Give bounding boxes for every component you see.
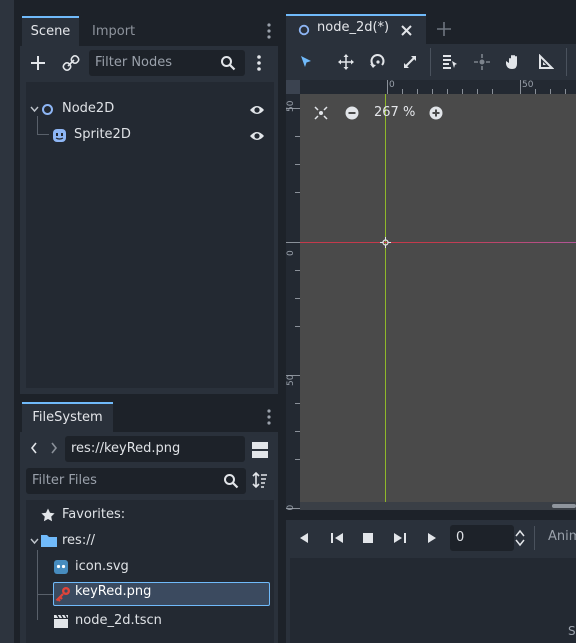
tab-filesystem[interactable]: FileSystem: [22, 402, 113, 432]
tree-item-sprite2d[interactable]: Sprite2D: [26, 124, 274, 148]
node2d-icon: [298, 24, 310, 36]
forward-arrow-icon[interactable]: [50, 442, 58, 454]
zoom-in-icon[interactable]: [429, 106, 443, 120]
step-forward-icon[interactable]: [393, 532, 407, 544]
scene-dock: Scene Import Filter Nodes Node2D Sprite2…: [20, 14, 278, 394]
pivot-tool-icon[interactable]: [474, 54, 490, 70]
ruler-top: 0 50: [286, 80, 576, 94]
tree-connector-h: [37, 594, 53, 595]
file-label-node-2d-tscn: node_2d.tscn: [75, 613, 162, 628]
ruler-tool-icon[interactable]: [538, 54, 554, 70]
rotate-tool-icon[interactable]: [370, 54, 386, 70]
scene-tab-label: node_2d(*): [317, 20, 390, 35]
favorites-label: Favorites:: [62, 507, 126, 522]
frame-spinbox[interactable]: 0: [450, 525, 514, 551]
ruler-left-label-50: 50: [286, 374, 296, 386]
key-image-icon: [55, 586, 71, 602]
add-tab-icon[interactable]: [437, 22, 451, 36]
filesystem-dock: FileSystem res://keyRed.png Filter Files…: [20, 402, 278, 643]
list-select-icon[interactable]: [442, 54, 458, 70]
collapse-arrow-icon[interactable]: [30, 537, 39, 546]
sort-icon[interactable]: [252, 472, 268, 488]
tab-scene[interactable]: Scene: [22, 16, 79, 46]
favorites-row[interactable]: Favorites:: [26, 502, 274, 528]
corner-text: S: [568, 624, 576, 638]
instance-link-icon[interactable]: [62, 54, 80, 72]
file-row-keyred-selected[interactable]: keyRed.png: [53, 582, 270, 606]
horizontal-scrollbar-thumb[interactable]: [552, 504, 576, 508]
panel-splitter[interactable]: [286, 510, 576, 520]
tab-node-2d[interactable]: node_2d(*): [286, 14, 426, 44]
center-view-icon[interactable]: [314, 106, 328, 120]
filter-nodes-placeholder: Filter Nodes: [95, 55, 173, 70]
pan-tool-icon[interactable]: [506, 54, 522, 70]
ruler-corner: [286, 80, 300, 94]
ruler-left-label-top: 50: [286, 100, 296, 112]
ruler-left-label-0: 0: [286, 250, 296, 256]
scene-dock-menu-icon[interactable]: [266, 22, 272, 40]
file-row-icon-svg[interactable]: icon.svg: [26, 554, 274, 580]
zoom-out-icon[interactable]: [345, 106, 359, 120]
clapperboard-icon: [54, 614, 68, 628]
add-node-icon[interactable]: [29, 54, 47, 72]
file-tree: Favorites: res:// icon.svg keyRed.png no…: [26, 500, 274, 643]
file-row-node-2d-tscn[interactable]: node_2d.tscn: [26, 608, 274, 634]
play-icon[interactable]: [426, 532, 438, 544]
filesystem-menu-icon[interactable]: [266, 408, 272, 426]
visibility-eye-icon[interactable]: [249, 103, 265, 117]
visibility-eye-icon[interactable]: [249, 129, 265, 143]
scale-tool-icon[interactable]: [402, 54, 418, 70]
folder-icon: [41, 534, 57, 547]
ruler-top-label-50: 50: [522, 80, 534, 90]
filter-files-placeholder: Filter Files: [32, 473, 97, 488]
toolbar-divider: [534, 526, 535, 550]
scene-tree: Node2D Sprite2D: [26, 82, 274, 388]
collapse-arrow-icon[interactable]: [30, 105, 39, 114]
split-view-icon[interactable]: [252, 442, 268, 458]
move-tool-icon[interactable]: [338, 54, 354, 70]
close-tab-icon[interactable]: [401, 25, 412, 36]
step-backward-icon[interactable]: [330, 532, 344, 544]
ruler-top-label-0: 0: [389, 80, 395, 90]
viewport-2d[interactable]: 0 50 50 0 50 100 267 %: [286, 80, 576, 510]
select-tool-icon[interactable]: [299, 55, 313, 69]
origin-marker-icon: [380, 237, 391, 248]
res-root-row[interactable]: res://: [26, 528, 274, 554]
animation-label: Anim: [548, 529, 576, 544]
node2d-label: Node2D: [62, 101, 115, 116]
tab-import[interactable]: Import: [92, 18, 135, 45]
zoom-level[interactable]: 267 %: [374, 105, 415, 120]
search-icon: [220, 55, 236, 71]
editor-toolbar: [286, 44, 576, 80]
scene-options-icon[interactable]: [256, 54, 262, 72]
node2d-icon: [41, 103, 54, 116]
sprite2d-icon: [52, 128, 67, 143]
filter-files-input[interactable]: Filter Files: [26, 468, 246, 494]
y-axis-line: [385, 94, 386, 510]
path-field[interactable]: res://keyRed.png: [65, 436, 245, 462]
ruler-left: 50 0 50 100: [286, 94, 300, 510]
x-axis-line: [300, 242, 576, 243]
toolbar-divider: [430, 48, 431, 76]
res-root-label: res://: [62, 533, 95, 548]
stop-icon[interactable]: [362, 532, 374, 544]
tree-item-node2d[interactable]: Node2D: [26, 98, 274, 122]
left-edge-strip: [0, 0, 14, 643]
animation-track-area: [290, 558, 576, 643]
spinbox-arrows-icon[interactable]: [515, 529, 525, 547]
play-backwards-icon[interactable]: [298, 532, 310, 544]
file-label-keyred: keyRed.png: [75, 584, 152, 599]
horizontal-scrollbar[interactable]: [300, 502, 576, 510]
star-icon: [41, 508, 55, 522]
toolbar-divider: [566, 48, 567, 76]
search-icon: [223, 473, 239, 489]
back-arrow-icon[interactable]: [30, 442, 38, 454]
file-label-icon-svg: icon.svg: [75, 559, 129, 574]
godot-icon: [54, 560, 68, 574]
sprite2d-label: Sprite2D: [74, 127, 131, 142]
animation-panel: 0 Anim S: [286, 520, 576, 643]
